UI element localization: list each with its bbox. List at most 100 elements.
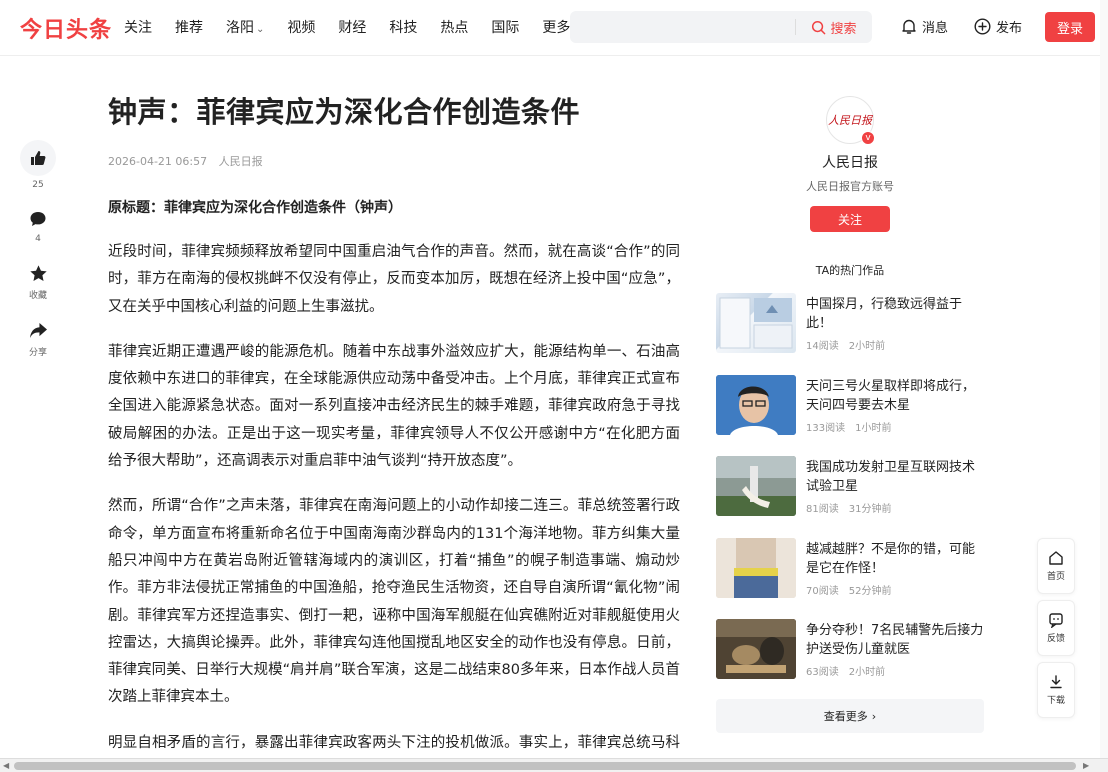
like-circle <box>20 140 56 176</box>
bell-icon <box>902 19 916 34</box>
top-navigation-bar: 今日头条 关注 推荐 洛阳 ⌄ 视频 财经 科技 热点 国际 更多 搜索 消息 发… <box>0 0 1108 56</box>
article-title: 钟声：菲律宾应为深化合作创造条件 <box>108 95 581 129</box>
author-card: 人民日报 v 人民日报 人民日报官方账号 关注 <box>770 96 930 232</box>
comment-count: 4 <box>35 234 41 244</box>
share-button[interactable]: 分享 <box>18 319 58 358</box>
nav-city-label: 洛阳 <box>226 20 254 36</box>
toutiao-logo[interactable]: 今日头条 <box>20 12 112 44</box>
home-button[interactable]: 首页 <box>1037 538 1075 594</box>
hot-item-title: 争分夺秒！7名民辅警先后接力护送受伤儿童就医 <box>806 623 984 657</box>
nav-recommend[interactable]: 推荐 <box>175 17 203 37</box>
article-paragraph: 近段时间，菲律宾频频释放希望同中国重启油气合作的声音。然而，就在高谈“合作”的同… <box>108 244 680 315</box>
nav-hot[interactable]: 热点 <box>440 17 468 37</box>
hot-works-list: 中国探月，行稳致远得益于此！ 14阅读 2小时前 天问三号火星取样即将成行，天问四… <box>716 293 986 701</box>
collect-label: 收藏 <box>28 291 47 301</box>
horizontal-scrollbar-thumb[interactable] <box>14 762 1076 770</box>
messages-button[interactable]: 消息 <box>901 17 948 36</box>
hot-item-time: 52分钟前 <box>848 585 892 597</box>
download-icon <box>1050 675 1062 689</box>
hot-works-heading: TA的热门作品 <box>815 264 885 277</box>
hot-item-reads: 81阅读 <box>806 504 839 515</box>
plus-circle-icon <box>974 18 991 35</box>
hot-item-time: 2小时前 <box>848 667 886 678</box>
hot-item-meta: 133阅读 1小时前 <box>806 419 901 434</box>
star-icon-wrap <box>20 262 56 284</box>
comment-icon <box>30 212 46 226</box>
article-body: 钟声：菲律宾应为深化合作创造条件 2026-04-21 06:57 人民日报 原… <box>108 92 680 772</box>
article-source[interactable]: 人民日报 <box>219 155 263 168</box>
nav-city[interactable]: 洛阳 ⌄ <box>226 17 264 37</box>
thumbnail-image <box>716 619 796 679</box>
view-more-label: 查看更多 <box>823 710 868 723</box>
hot-item-title: 中国探月，行稳致远得益于此！ <box>806 297 963 331</box>
download-button[interactable]: 下载 <box>1037 662 1075 718</box>
hot-item-meta: 14阅读 2小时前 <box>806 337 895 352</box>
view-more-button[interactable]: 查看更多 › <box>716 699 984 733</box>
feedback-label: 反馈 <box>1046 634 1065 644</box>
star-icon <box>29 264 47 281</box>
follow-button[interactable]: 关注 <box>810 206 890 232</box>
nav-tech[interactable]: 科技 <box>389 17 417 37</box>
right-tool-bar: 首页 反馈 下载 <box>1037 538 1075 724</box>
search-button[interactable]: 搜索 <box>796 11 872 43</box>
hot-item-time: 1小时前 <box>855 422 892 434</box>
search-input[interactable]: 搜索 <box>570 11 872 43</box>
publish-button[interactable]: 发布 <box>974 17 1022 36</box>
left-action-bar: 25 4 收藏 分享 <box>18 140 58 376</box>
original-title: 原标题：菲律宾应为深化合作创造条件（钟声） <box>108 200 402 216</box>
scroll-left-arrow-icon[interactable]: ◀ <box>3 761 9 770</box>
hot-item-meta: 70阅读 52分钟前 <box>806 582 901 597</box>
nav-more[interactable]: 更多 <box>542 17 570 37</box>
hot-item-reads: 133阅读 <box>806 422 846 434</box>
list-item[interactable]: 天问三号火星取样即将成行，天问四号要去木星 133阅读 1小时前 <box>716 374 986 457</box>
nav-follow[interactable]: 关注 <box>124 17 152 37</box>
nav-video[interactable]: 视频 <box>287 17 315 37</box>
list-item[interactable]: 越减越胖？不是你的错，可能是它在作怪！ 70阅读 52分钟前 <box>716 537 986 620</box>
like-button[interactable]: 25 <box>18 140 58 190</box>
hot-item-title: 我国成功发射卫星互联网技术试验卫星 <box>806 460 976 494</box>
messages-label: 消息 <box>922 21 949 36</box>
vertical-scrollbar[interactable] <box>1100 0 1108 758</box>
article-paragraph: 然而，所谓“合作”之声未落，菲律宾在南海问题上的小动作却接二连三。菲总统签署行政… <box>108 498 680 706</box>
share-icon <box>29 322 47 338</box>
hot-item-meta: 81阅读 31分钟前 <box>806 500 901 515</box>
collect-button[interactable]: 收藏 <box>18 262 58 301</box>
author-name[interactable]: 人民日报 <box>770 152 930 172</box>
avatar-logo-text: 人民日报 <box>828 114 872 127</box>
search-button-label: 搜索 <box>830 21 857 37</box>
list-item[interactable]: 中国探月，行稳致远得益于此！ 14阅读 2小时前 <box>716 293 986 375</box>
author-description: 人民日报官方账号 <box>806 180 894 193</box>
login-button[interactable]: 登录 <box>1045 12 1095 42</box>
nav-international[interactable]: 国际 <box>491 17 519 37</box>
feedback-button[interactable]: 反馈 <box>1037 600 1075 656</box>
hot-item-reads: 63阅读 <box>806 667 839 678</box>
like-count: 25 <box>32 180 44 190</box>
comment-icon-wrap <box>20 208 56 230</box>
channel-nav: 关注 推荐 洛阳 ⌄ 视频 财经 科技 热点 国际 更多 <box>124 17 593 37</box>
chevron-down-icon: ⌄ <box>256 24 265 35</box>
article-date: 2026-04-21 06:57 <box>108 155 208 168</box>
scroll-right-arrow-icon[interactable]: ▶ <box>1083 761 1089 770</box>
hot-item-title: 天问三号火星取样即将成行，天问四号要去木星 <box>806 378 976 413</box>
list-item[interactable]: 我国成功发射卫星互联网技术试验卫星 81阅读 31分钟前 <box>716 456 986 538</box>
thumbnail-image <box>716 456 796 516</box>
thumbs-up-icon <box>31 151 46 165</box>
publish-label: 发布 <box>996 21 1023 36</box>
comment-button[interactable]: 4 <box>18 208 58 244</box>
hot-item-reads: 70阅读 <box>806 585 839 597</box>
hot-item-title: 越减越胖？不是你的错，可能是它在作怪！ <box>806 541 976 576</box>
avatar[interactable]: 人民日报 v <box>826 96 875 145</box>
thumbnail-image <box>716 537 796 598</box>
verified-badge-icon: v <box>861 131 875 145</box>
chevron-right-icon: › <box>871 709 877 723</box>
thumbnail-image <box>716 293 796 353</box>
nav-finance[interactable]: 财经 <box>338 17 366 37</box>
list-item[interactable]: 争分夺秒！7名民辅警先后接力护送受伤儿童就医 63阅读 2小时前 <box>716 619 986 701</box>
horizontal-scrollbar[interactable]: ◀ ▶ <box>0 758 1108 772</box>
article-paragraph: 菲律宾近期正遭遇严峻的能源危机。随着中东战事外溢效应扩大，能源结构单一、石油高度… <box>108 343 680 470</box>
share-label: 分享 <box>28 348 47 358</box>
search-icon <box>812 20 826 34</box>
feedback-icon <box>1049 613 1063 628</box>
home-label: 首页 <box>1046 572 1065 582</box>
hot-item-time: 2小时前 <box>848 341 886 352</box>
